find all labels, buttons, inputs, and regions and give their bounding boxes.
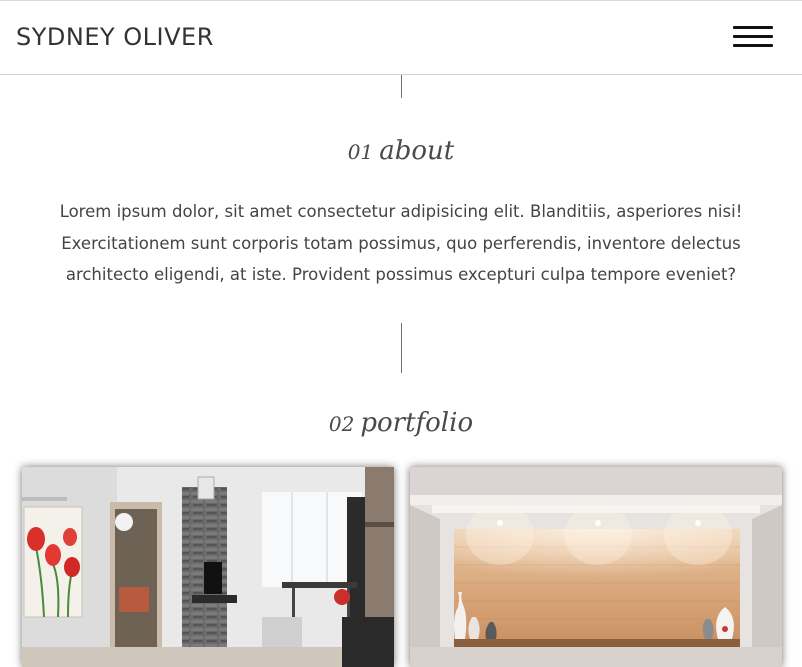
portfolio-heading: 02 portfolio — [0, 408, 802, 438]
section-divider-line — [401, 323, 402, 373]
portfolio-item-wood-wall[interactable] — [410, 467, 782, 667]
hamburger-menu-icon[interactable] — [731, 25, 775, 51]
brand-name[interactable]: SYDNEY OLIVER — [16, 23, 214, 51]
living-room-image — [22, 467, 394, 667]
menu-bar — [733, 44, 773, 47]
about-title: about — [379, 136, 455, 166]
menu-bar — [733, 35, 773, 38]
site-header: SYDNEY OLIVER — [0, 0, 802, 75]
about-number: 01 — [347, 140, 374, 164]
portfolio-item-living-room[interactable] — [22, 467, 394, 667]
portfolio-number: 02 — [328, 412, 355, 436]
section-divider-line — [401, 75, 402, 98]
about-heading: 01 about — [0, 136, 802, 166]
about-paragraph: Lorem ipsum dolor, sit amet consectetur … — [59, 202, 743, 284]
menu-bar — [733, 26, 773, 29]
wood-wall-image — [410, 467, 782, 667]
portfolio-title: portfolio — [360, 408, 474, 438]
